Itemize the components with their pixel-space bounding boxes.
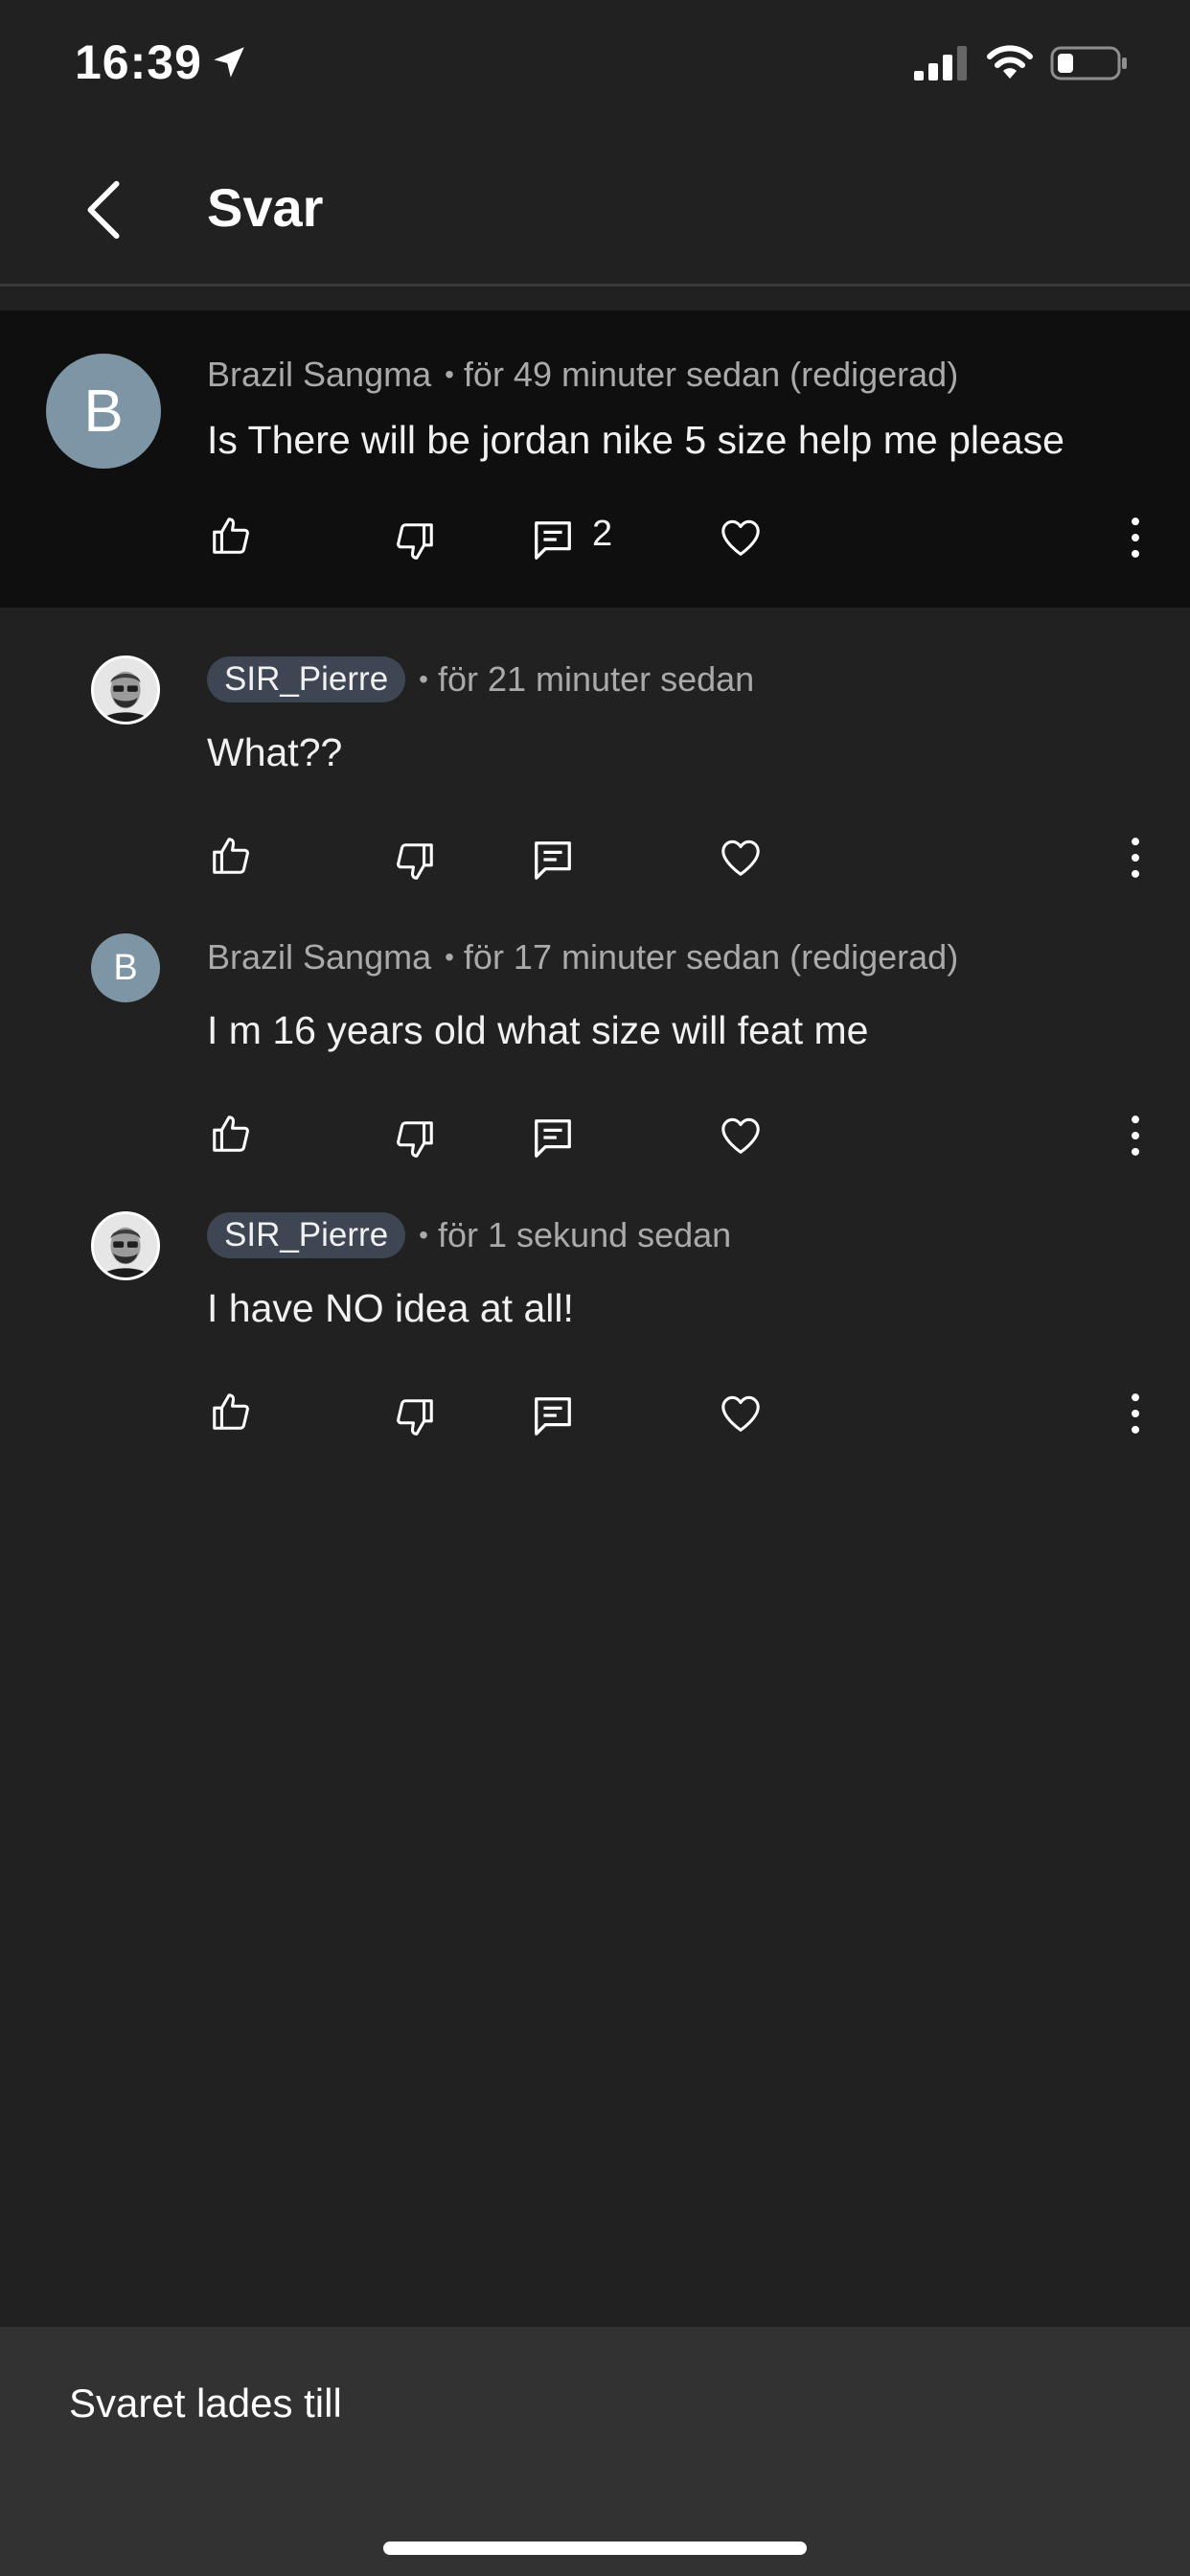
thumbs-up-icon[interactable] (209, 834, 253, 878)
battery-icon (1050, 46, 1127, 80)
separator-dot: • (445, 942, 454, 972)
separator-dot: • (419, 1220, 428, 1250)
status-bar: 16:39 (0, 0, 1190, 134)
profile-photo-icon (94, 1214, 157, 1277)
thumbs-down-icon[interactable] (393, 1395, 437, 1439)
comment-meta: SIR_Pierre • för 21 minuter sedan (207, 656, 754, 703)
reply-comment-icon[interactable] (531, 518, 575, 562)
comment-timestamp: för 17 minuter sedan (redigerad) (463, 937, 959, 977)
comment-meta: Brazil Sangma • för 17 minuter sedan (re… (207, 933, 958, 981)
thumbs-down-icon[interactable] (393, 519, 437, 564)
reply-count[interactable]: 2 (592, 514, 612, 555)
avatar[interactable]: B (91, 933, 160, 1002)
comment-actions: 2 (0, 508, 1190, 565)
reply-comment: B Brazil Sangma • för 17 minuter sedan (… (0, 933, 1190, 1211)
back-arrow-icon[interactable] (79, 176, 128, 243)
comment-actions (0, 1106, 1190, 1163)
avatar[interactable]: B (46, 354, 161, 469)
home-indicator[interactable] (383, 2542, 807, 2555)
comment-text: I m 16 years old what size will feat me (207, 1008, 869, 1052)
reply-comment-icon[interactable] (531, 1116, 575, 1160)
heart-icon[interactable] (719, 1114, 763, 1158)
comment-timestamp: för 49 minuter sedan (redigerad) (463, 355, 959, 394)
thumbs-up-icon[interactable] (209, 1112, 253, 1156)
parent-comment: B Brazil Sangma • för 49 minuter sedan (… (0, 310, 1190, 608)
comment-author[interactable]: Brazil Sangma (207, 355, 431, 395)
comment-author[interactable]: SIR_Pierre (207, 656, 406, 702)
header: Svar (0, 134, 1190, 287)
avatar-letter: B (83, 378, 124, 445)
reply-comment: SIR_Pierre • för 1 sekund sedan I have N… (0, 1211, 1190, 1489)
replies-thread: B Brazil Sangma • för 49 minuter sedan (… (0, 310, 1190, 1489)
comment-timestamp: för 21 minuter sedan (437, 659, 755, 699)
avatar-letter: B (113, 947, 138, 988)
reply-comment-icon[interactable] (531, 1393, 575, 1438)
page-title: Svar (207, 177, 324, 238)
comment-author[interactable]: SIR_Pierre (207, 1212, 406, 1258)
heart-icon[interactable] (719, 1392, 763, 1436)
more-options-icon[interactable] (1121, 836, 1150, 880)
separator-dot: • (419, 664, 428, 694)
thumbs-down-icon[interactable] (393, 1117, 437, 1162)
heart-icon[interactable] (719, 516, 763, 560)
snackbar-message: Svaret lades till (69, 2380, 342, 2426)
comment-actions (0, 1384, 1190, 1441)
location-arrow-icon (214, 47, 244, 78)
cellular-signal-icon (914, 46, 967, 80)
reply-comment: SIR_Pierre • för 21 minuter sedan What?? (0, 656, 1190, 933)
avatar[interactable] (91, 1211, 160, 1280)
comment-timestamp: för 1 sekund sedan (437, 1215, 732, 1254)
avatar[interactable] (91, 656, 160, 724)
thumbs-up-icon[interactable] (209, 1390, 253, 1434)
comment-meta: SIR_Pierre • för 1 sekund sedan (207, 1211, 731, 1259)
more-options-icon[interactable] (1121, 1392, 1150, 1436)
comment-text: Is There will be jordan nike 5 size help… (207, 418, 1064, 462)
comment-text: I have NO idea at all! (207, 1286, 574, 1330)
status-time: 16:39 (75, 35, 202, 89)
thumbs-down-icon[interactable] (393, 840, 437, 884)
more-options-icon[interactable] (1121, 1114, 1150, 1158)
comment-text: What?? (207, 730, 343, 774)
comment-author[interactable]: Brazil Sangma (207, 937, 431, 978)
comment-meta: Brazil Sangma • för 49 minuter sedan (re… (207, 355, 958, 395)
heart-icon[interactable] (719, 836, 763, 880)
comment-actions (0, 828, 1190, 886)
profile-photo-icon (94, 658, 157, 722)
snackbar: Svaret lades till (0, 2327, 1190, 2576)
reply-comment-icon[interactable] (531, 838, 575, 882)
more-options-icon[interactable] (1121, 516, 1150, 560)
thumbs-up-icon[interactable] (209, 514, 253, 558)
wifi-icon (987, 45, 1033, 79)
separator-dot: • (445, 359, 454, 389)
